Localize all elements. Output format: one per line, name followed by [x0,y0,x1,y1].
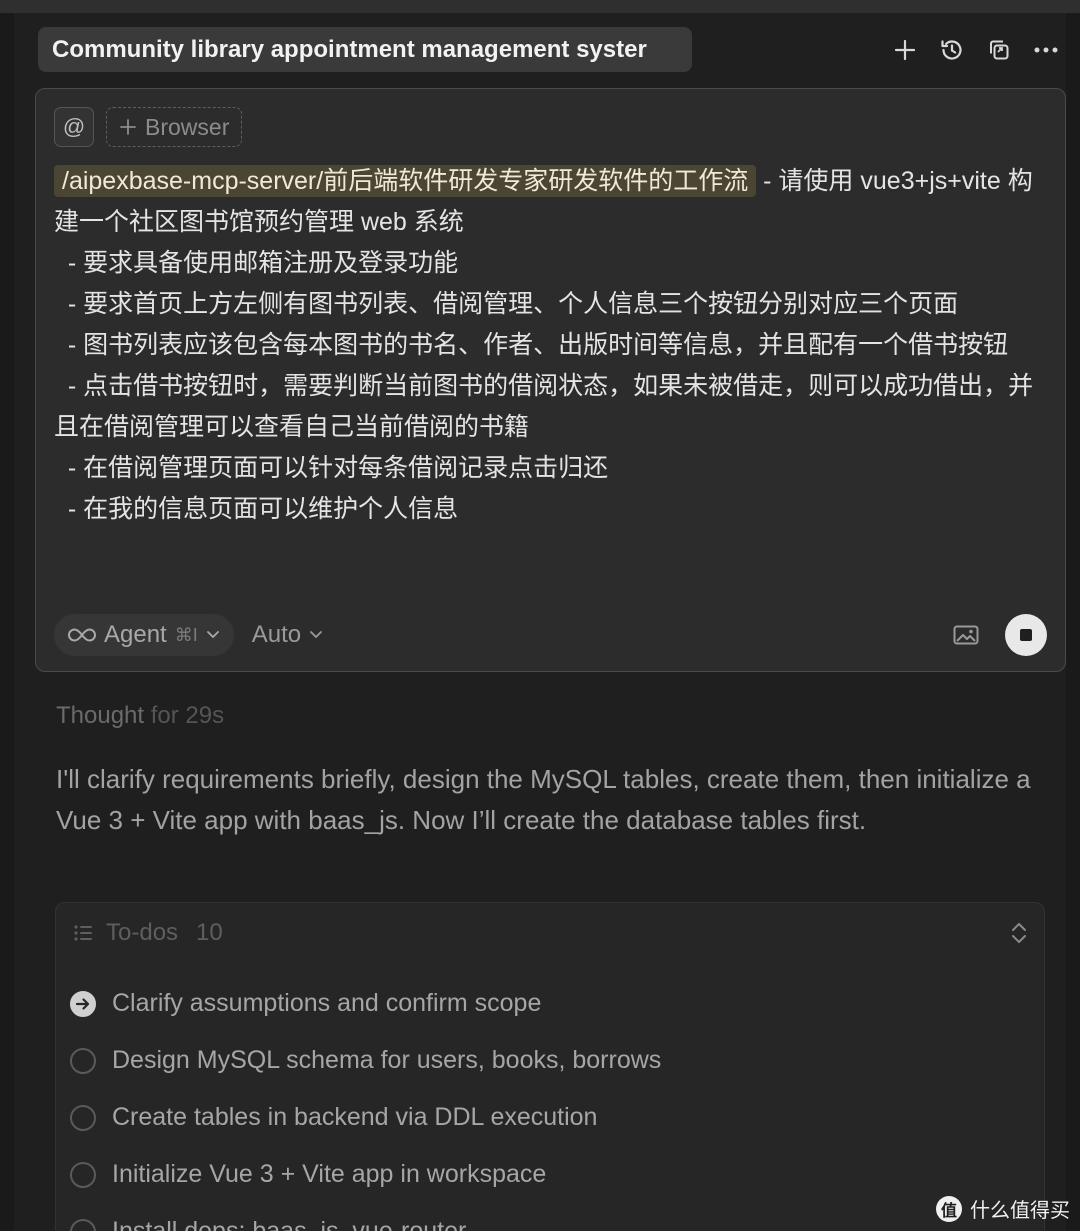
right-gutter [1066,13,1080,1231]
plus-icon [120,119,136,135]
todo-item[interactable]: Design MySQL schema for users, books, bo… [70,1032,1030,1089]
copy-icon[interactable] [982,33,1015,66]
pending-circle-icon [70,1104,96,1131]
in-progress-icon [70,990,96,1017]
prompt-line: - 要求首页上方左侧有图书列表、借阅管理、个人信息三个按钮分别对应三个页面 [54,290,959,318]
assistant-reply: I'll clarify requirements briefly, desig… [56,764,1031,835]
todo-item[interactable]: Install deps: baas_js, vue-router [70,1203,1030,1231]
chevron-down-icon [206,631,219,639]
prompt-line: - 要求具备使用邮箱注册及登录功能 [54,249,459,277]
header-actions [888,33,1062,66]
todo-panel: To-dos 10 Clarify assumptions and confir… [55,902,1045,1231]
thought-label: Thought [56,702,145,729]
prompt-line: - 点击借书按钮时，需要判断当前图书的借阅状态，如果未被借走，则可以成功借出，并… [54,372,1034,441]
model-label: Auto [251,621,302,648]
at-icon: @ [62,114,86,139]
todo-header[interactable]: To-dos 10 [72,917,1028,949]
chat-title-tab[interactable]: Community library appointment management… [38,27,692,72]
thought-duration: for 29s [150,702,225,729]
todo-label: Install deps: baas_js, vue-router [112,1217,467,1231]
prompt-line: - 在我的信息页面可以维护个人信息 [54,495,459,523]
composer-actions [953,614,1047,656]
prompt-composer[interactable]: @ Browser /aipexbase-mcp-server/前后端软件研发专… [35,88,1066,672]
expand-collapse-icon[interactable] [1010,920,1028,946]
todo-list: Clarify assumptions and confirm scope De… [70,975,1030,1231]
composer-footer: Agent ⌘I Auto [54,613,1047,657]
prompt-text[interactable]: /aipexbase-mcp-server/前后端软件研发专家研发软件的工作流 … [54,161,1050,530]
infinity-icon [68,628,96,642]
todo-item[interactable]: Create tables in backend via DDL executi… [70,1089,1030,1146]
todo-item[interactable]: Initialize Vue 3 + Vite app in workspace [70,1146,1030,1203]
pending-circle-icon [70,1047,96,1074]
watermark: 值 什么值得买 [936,1194,1070,1223]
todo-item[interactable]: Clarify assumptions and confirm scope [70,975,1030,1032]
mcp-mention-chip[interactable]: /aipexbase-mcp-server/前后端软件研发专家研发软件的工作流 [54,165,757,197]
watermark-text: 什么值得买 [970,1200,1070,1222]
model-selector[interactable]: Auto [252,621,323,649]
browser-chip-label: Browser [145,113,230,140]
more-icon[interactable] [1029,33,1062,66]
todo-label: Create tables in backend via DDL executi… [112,1103,598,1131]
image-icon[interactable] [953,624,979,646]
chat-title: Community library appointment management… [52,35,647,63]
history-icon[interactable] [935,33,968,66]
thought-indicator[interactable]: Thought for 29s [56,702,224,730]
todo-title: To-dos [106,919,179,946]
agent-shortcut: ⌘I [174,624,198,645]
prompt-line: - 图书列表应该包含每本图书的书名、作者、出版时间等信息，并且配有一个借书按钮 [54,331,1009,359]
todo-label: Design MySQL schema for users, books, bo… [112,1046,662,1074]
left-gutter [0,13,14,1231]
stop-button[interactable] [1005,614,1047,656]
todo-count: 10 [196,919,223,946]
prompt-line: - 在借阅管理页面可以针对每条借阅记录点击归还 [54,454,609,482]
todo-label: Clarify assumptions and confirm scope [112,989,542,1017]
pending-circle-icon [70,1161,96,1188]
pending-circle-icon [70,1218,96,1231]
agent-mode-label: Agent [104,621,167,648]
chevron-down-icon [310,631,323,639]
agent-mode-selector[interactable]: Agent ⌘I [54,614,234,656]
watermark-logo: 值 [936,1195,962,1222]
stop-icon [1020,629,1032,641]
plus-icon[interactable] [888,33,921,66]
mention-button[interactable]: @ [54,107,94,147]
window-top-strip [0,0,1080,13]
browser-chip[interactable]: Browser [106,107,243,147]
todo-label: Initialize Vue 3 + Vite app in workspace [112,1160,547,1188]
list-icon [74,925,92,941]
